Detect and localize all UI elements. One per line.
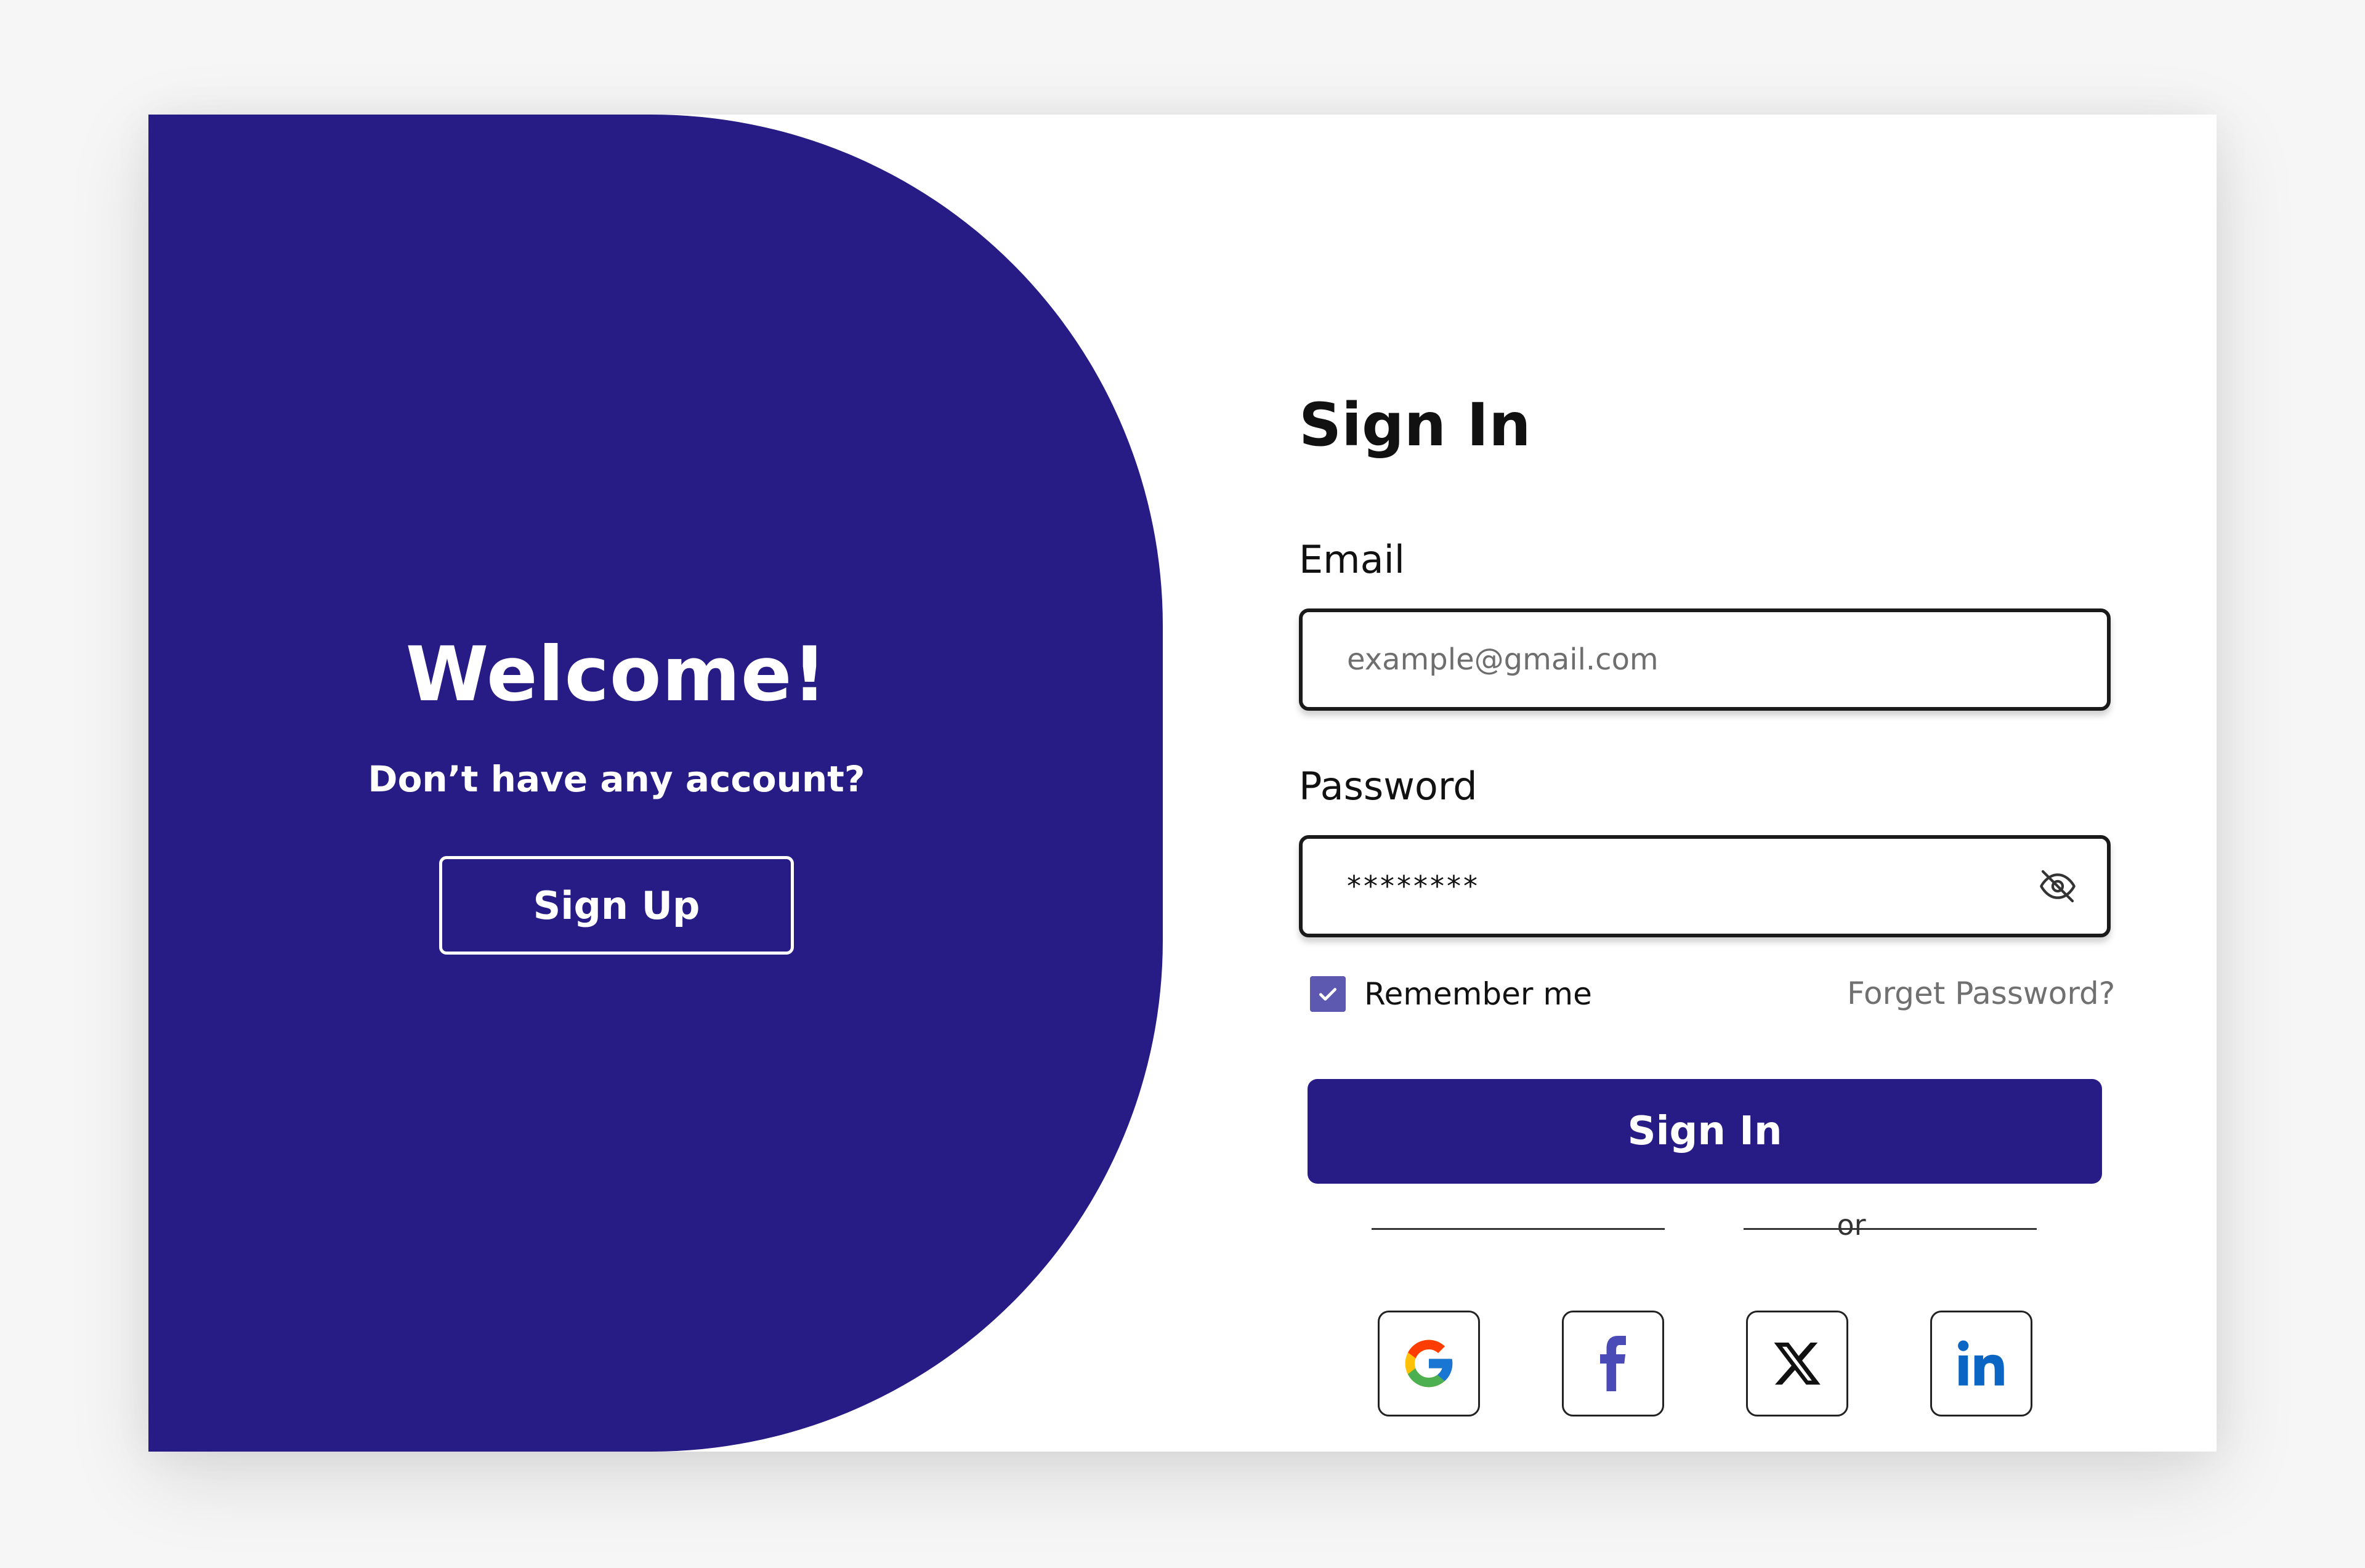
welcome-subtitle: Don’t have any account? bbox=[368, 758, 865, 800]
facebook-icon bbox=[1600, 1336, 1626, 1391]
check-icon bbox=[1319, 988, 1336, 1001]
email-label: Email bbox=[1299, 537, 1405, 582]
email-field[interactable]: example@gmail.com bbox=[1299, 608, 2111, 711]
x-icon bbox=[1774, 1343, 1821, 1385]
sign-up-button[interactable]: Sign Up bbox=[439, 856, 794, 955]
password-label: Password bbox=[1299, 764, 1478, 809]
sign-in-title: Sign In bbox=[1299, 390, 1531, 459]
email-placeholder: example@gmail.com bbox=[1347, 642, 1659, 677]
password-field[interactable]: ******** bbox=[1299, 835, 2111, 937]
x-button[interactable] bbox=[1746, 1311, 1848, 1416]
remember-checkbox[interactable] bbox=[1310, 976, 1346, 1012]
welcome-panel: Welcome! Don’t have any account? Sign Up bbox=[148, 115, 1163, 1452]
divider-right bbox=[1744, 1228, 2037, 1230]
remember-label: Remember me bbox=[1364, 976, 1592, 1012]
linkedin-icon bbox=[1958, 1340, 2004, 1386]
divider-text: or bbox=[1837, 1208, 1866, 1242]
google-button[interactable] bbox=[1378, 1311, 1480, 1416]
eye-off-icon[interactable] bbox=[2038, 867, 2077, 906]
google-icon bbox=[1405, 1340, 1453, 1388]
password-value: ******** bbox=[1347, 870, 1480, 903]
remember-me-row: Remember me bbox=[1310, 976, 1592, 1012]
welcome-title: Welcome! bbox=[405, 631, 828, 718]
sign-in-button[interactable]: Sign In bbox=[1308, 1079, 2102, 1184]
facebook-button[interactable] bbox=[1562, 1311, 1664, 1416]
linkedin-button[interactable] bbox=[1930, 1311, 2032, 1416]
login-card: Welcome! Don’t have any account? Sign Up… bbox=[148, 115, 2217, 1452]
forgot-password-link[interactable]: Forget Password? bbox=[1847, 976, 2115, 1011]
divider-left bbox=[1372, 1228, 1665, 1230]
